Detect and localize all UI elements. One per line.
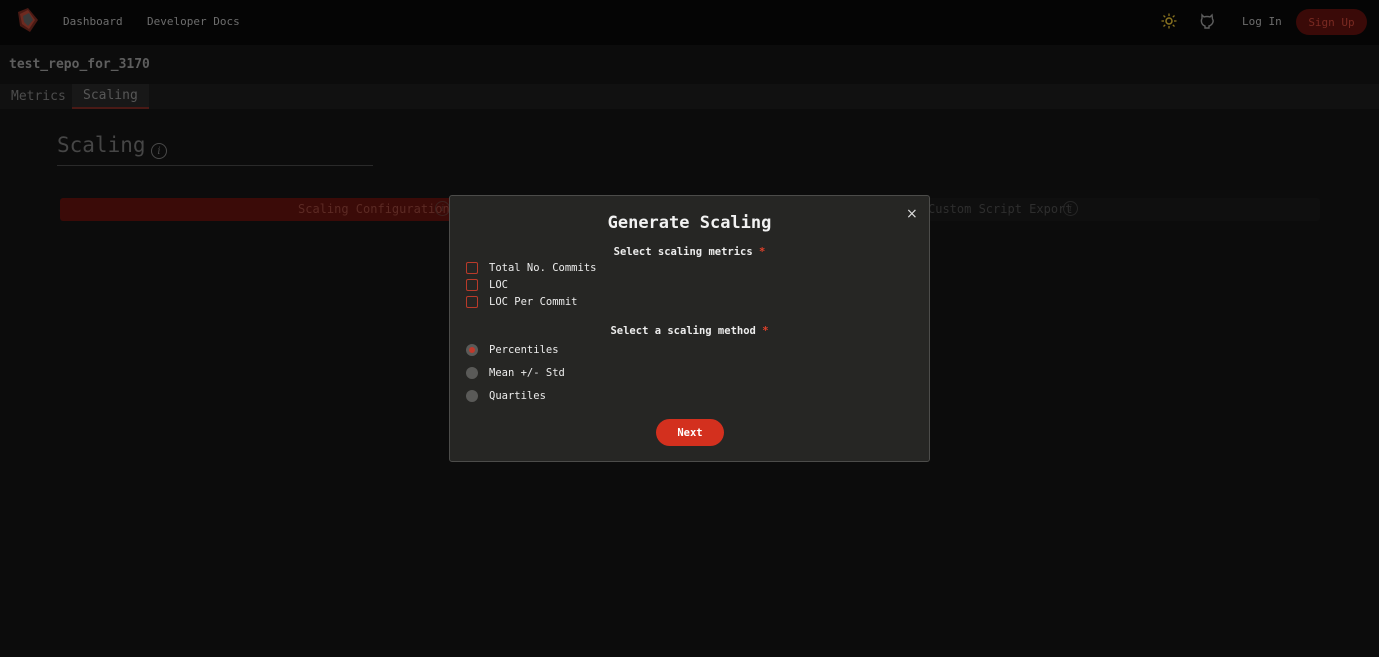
modal-title: Generate Scaling bbox=[607, 213, 772, 233]
required-mark: * bbox=[762, 325, 769, 337]
method-option-quartiles[interactable]: Quartiles bbox=[466, 390, 546, 402]
heading-divider bbox=[57, 165, 373, 166]
info-icon[interactable]: i bbox=[151, 143, 167, 159]
metric-option-total-commits[interactable]: Total No. Commits bbox=[466, 262, 596, 274]
metric-option-loc-per-commit[interactable]: LOC Per Commit bbox=[466, 296, 578, 308]
github-icon[interactable] bbox=[1199, 13, 1215, 29]
signup-button[interactable]: Sign Up bbox=[1296, 9, 1367, 35]
next-button[interactable]: Next bbox=[656, 419, 724, 446]
metric-checkbox[interactable] bbox=[466, 296, 478, 308]
theme-toggle-sun-icon[interactable] bbox=[1161, 13, 1177, 29]
app-logo-icon[interactable] bbox=[14, 6, 40, 34]
step-info-icon-export[interactable]: i bbox=[1063, 201, 1078, 216]
tab-bar: Metrics Scaling bbox=[0, 84, 1379, 109]
method-option-label: Percentiles bbox=[489, 344, 559, 356]
method-radio[interactable] bbox=[466, 367, 478, 379]
metric-option-label: Total No. Commits bbox=[489, 262, 597, 274]
page-title: Scaling bbox=[57, 133, 146, 157]
nav-link-dashboard[interactable]: Dashboard bbox=[63, 15, 123, 28]
method-option-label: Quartiles bbox=[489, 390, 546, 402]
required-mark: * bbox=[759, 246, 766, 258]
step-scaling-configuration[interactable]: Scaling Configuration bbox=[298, 202, 450, 216]
method-radio-selected[interactable] bbox=[466, 344, 478, 356]
generate-scaling-modal: × Generate Scaling Select scaling metric… bbox=[449, 195, 930, 462]
step-custom-script-export[interactable]: Custom Script Export bbox=[928, 202, 1073, 216]
metric-option-loc[interactable]: LOC bbox=[466, 279, 508, 291]
repo-title: test_repo_for_3170 bbox=[9, 57, 150, 72]
metric-checkbox[interactable] bbox=[466, 279, 478, 291]
method-section-label: Select a scaling method * bbox=[450, 325, 929, 337]
metric-option-label: LOC Per Commit bbox=[489, 296, 578, 308]
method-option-label: Mean +/- Std bbox=[489, 367, 565, 379]
method-option-percentiles[interactable]: Percentiles bbox=[466, 344, 559, 356]
nav-link-developer-docs[interactable]: Developer Docs bbox=[147, 15, 240, 28]
tab-metrics[interactable]: Metrics bbox=[0, 84, 77, 109]
method-label-text: Select a scaling method bbox=[610, 325, 756, 337]
metric-checkbox[interactable] bbox=[466, 262, 478, 274]
step-info-icon[interactable]: i bbox=[435, 201, 450, 216]
metrics-section-label: Select scaling metrics * bbox=[450, 246, 929, 258]
top-navbar: Dashboard Developer Docs Log In Sign Up bbox=[0, 0, 1379, 45]
method-option-mean-std[interactable]: Mean +/- Std bbox=[466, 367, 565, 379]
metric-option-label: LOC bbox=[489, 279, 508, 291]
method-radio[interactable] bbox=[466, 390, 478, 402]
tab-scaling[interactable]: Scaling bbox=[72, 84, 149, 109]
login-link[interactable]: Log In bbox=[1242, 15, 1282, 28]
metrics-label-text: Select scaling metrics bbox=[613, 246, 753, 258]
